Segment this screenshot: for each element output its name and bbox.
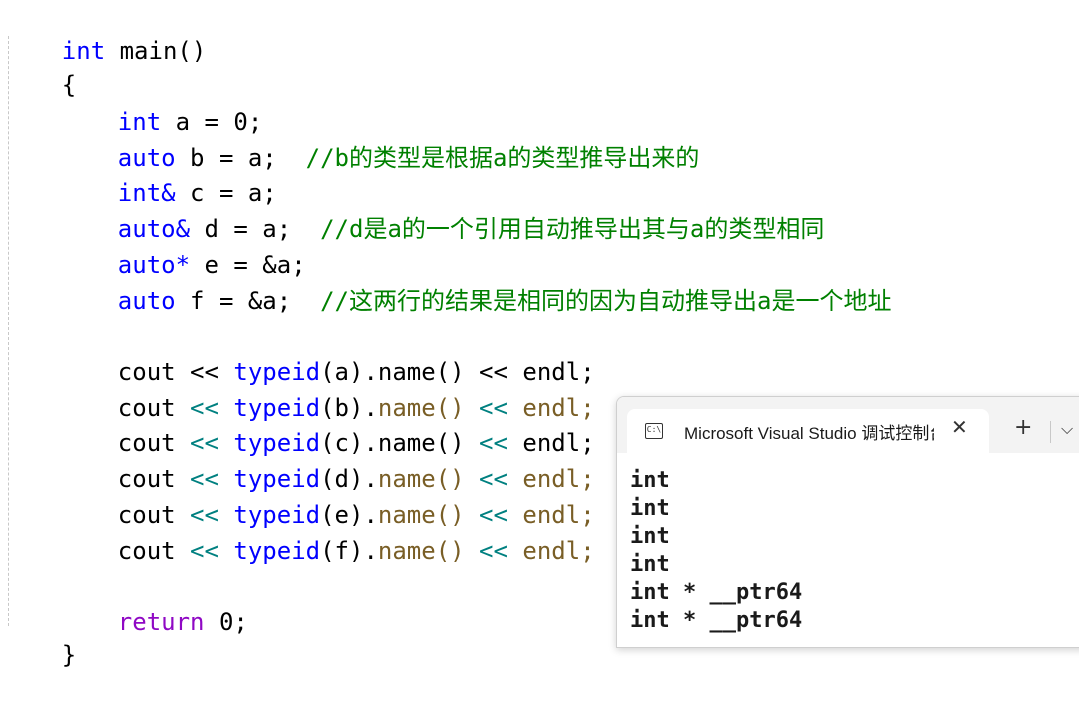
stream-op: << xyxy=(175,537,234,565)
close-brace: } xyxy=(61,641,77,669)
code-line-cout-b: cout << typeid(b).name() << endl; xyxy=(4,357,595,422)
code-line-3: int a = 0; xyxy=(4,71,263,136)
code-line-cout-e: cout << typeid(e).name() << endl; xyxy=(4,464,595,529)
code-line-return: return 0; xyxy=(4,571,248,636)
tab-separator xyxy=(1050,421,1051,443)
output-line: int xyxy=(630,524,670,549)
endl: endl; xyxy=(522,537,595,565)
debug-console-window[interactable]: C:\ Microsoft Visual Studio 调试控制台 ✕ + ⌵ … xyxy=(616,396,1079,648)
output-line: int * __ptr64 xyxy=(630,608,803,633)
code-line-cout-d: cout << typeid(d).name() << endl; xyxy=(4,428,595,493)
keyword-return: return xyxy=(117,608,205,636)
code-text: f = &a; xyxy=(175,287,321,315)
code-line-open-brace: { xyxy=(4,34,76,99)
console-tab-title: Microsoft Visual Studio 调试控制台 xyxy=(684,424,934,443)
code-line-cout-c: cout << typeid(c).name() << endl; xyxy=(4,392,595,457)
output-line: int xyxy=(630,552,670,577)
code-comment: //这两行的结果是相同的因为自动推导出a是一个地址 xyxy=(320,287,892,315)
code-line-4: auto b = a; //b的类型是根据a的类型推导出来的 xyxy=(4,107,700,172)
typeid: typeid xyxy=(233,537,321,565)
new-tab-button[interactable]: + xyxy=(1014,415,1032,440)
code-text: main() xyxy=(105,37,207,65)
code-line-cout-a: cout << typeid(a).name() << endl; xyxy=(4,321,595,386)
stream-op: << xyxy=(464,537,523,565)
keyword: auto xyxy=(117,287,176,315)
console-titlebar[interactable]: C:\ Microsoft Visual Studio 调试控制台 ✕ + ⌵ xyxy=(617,397,1079,453)
name-call: name() xyxy=(377,537,465,565)
console-output: int int int int int * __ptr64 int * __pt… xyxy=(630,467,1070,635)
output-line: int * __ptr64 xyxy=(630,580,803,605)
close-icon[interactable]: ✕ xyxy=(951,415,968,439)
code-line-cout-f: cout << typeid(f).name() << endl; xyxy=(4,500,595,565)
dot: . xyxy=(363,537,378,565)
code-line-6: auto& d = a; //d是a的一个引用自动推导出其与a的类型相同 xyxy=(4,178,825,243)
console-tab[interactable]: C:\ Microsoft Visual Studio 调试控制台 ✕ xyxy=(627,409,989,453)
chevron-down-icon[interactable]: ⌵ xyxy=(1061,419,1073,439)
output-line: int xyxy=(630,496,670,521)
cout: cout xyxy=(117,537,176,565)
arg: (f) xyxy=(320,537,364,565)
output-line: int xyxy=(630,468,670,493)
code-comment: //d是a的一个引用自动推导出其与a的类型相同 xyxy=(320,215,825,243)
code-line-8: auto f = &a; //这两行的结果是相同的因为自动推导出a是一个地址 xyxy=(4,250,892,315)
code-line-7: auto* e = &a; xyxy=(4,214,306,279)
code-line-main: int main() xyxy=(4,0,207,65)
code-line-close-brace: } xyxy=(4,604,76,669)
code-comment: //b的类型是根据a的类型推导出来的 xyxy=(305,144,700,172)
code-text: 0; xyxy=(204,608,248,636)
code-line-5: int& c = a; xyxy=(4,142,277,207)
terminal-icon: C:\ xyxy=(645,423,663,439)
